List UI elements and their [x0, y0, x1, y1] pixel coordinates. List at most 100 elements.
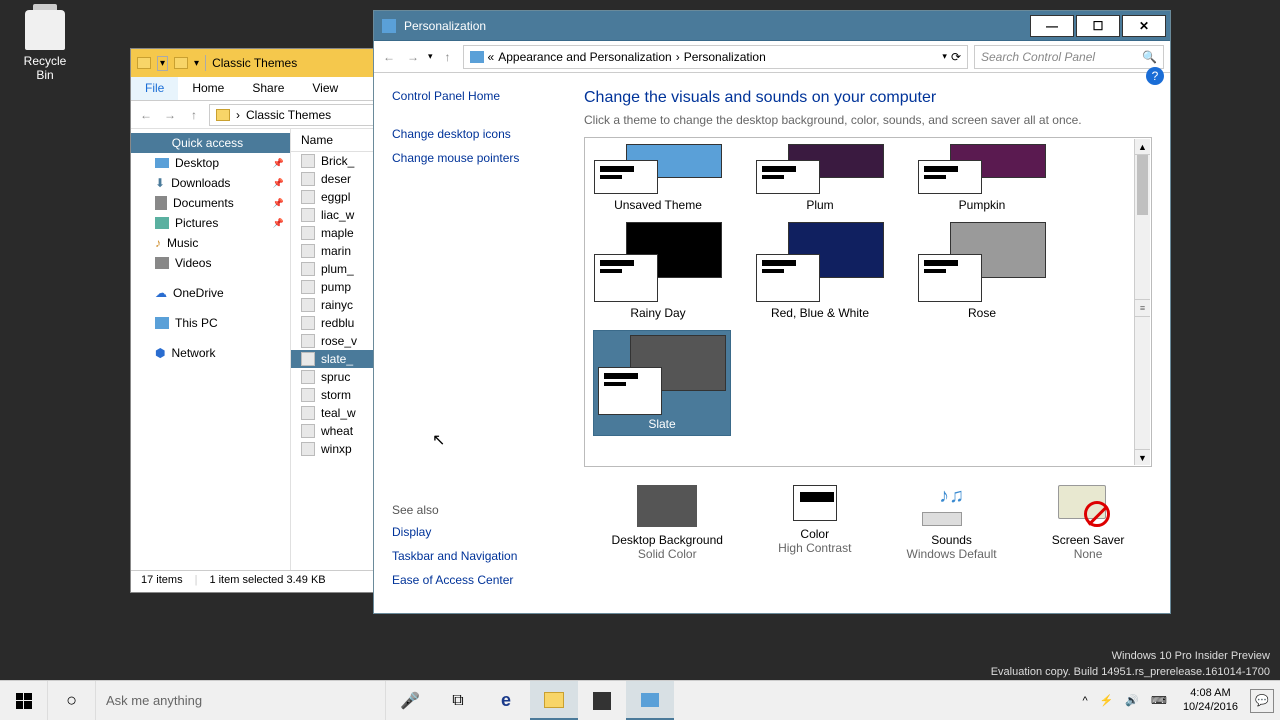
- file-icon: [301, 424, 315, 438]
- taskbar-app-store[interactable]: [578, 681, 626, 720]
- tab-home[interactable]: Home: [178, 77, 238, 100]
- notification-center-icon[interactable]: 💬: [1250, 689, 1274, 713]
- desktop-bg-icon: [637, 485, 697, 527]
- sidebar-downloads[interactable]: ⬇Downloads📌: [131, 173, 290, 193]
- refresh-icon[interactable]: ⟳: [951, 50, 961, 64]
- setting-desktop-background[interactable]: Desktop Background Solid Color: [612, 485, 723, 561]
- file-icon: [301, 262, 315, 276]
- file-icon: [301, 190, 315, 204]
- file-icon: [301, 334, 315, 348]
- help-icon[interactable]: ?: [1146, 67, 1164, 85]
- file-icon: [301, 154, 315, 168]
- nav-up-icon[interactable]: ↑: [439, 50, 457, 64]
- link-control-panel-home[interactable]: Control Panel Home: [392, 89, 566, 103]
- microphone-icon[interactable]: 🎤: [386, 681, 434, 720]
- theme-item[interactable]: Red, Blue & White: [755, 222, 885, 320]
- theme-item[interactable]: Unsaved Theme: [593, 144, 723, 212]
- scroll-up-icon[interactable]: ▲: [1135, 139, 1150, 155]
- theme-item[interactable]: Plum: [755, 144, 885, 212]
- window-title: Personalization: [404, 19, 486, 33]
- watermark: Windows 10 Pro Insider Preview Evaluatio…: [991, 649, 1270, 680]
- pin-icon: 📌: [273, 198, 284, 209]
- link-change-mouse-pointers[interactable]: Change mouse pointers: [392, 151, 566, 165]
- link-taskbar-navigation[interactable]: Taskbar and Navigation: [392, 549, 517, 563]
- system-tray: ^ ⚡ 🔊 ⌨ 4:08 AM 10/24/2016 💬: [1072, 681, 1280, 720]
- personalization-titlebar[interactable]: Personalization — ☐ ✕: [374, 11, 1170, 41]
- sidebar-quick-access[interactable]: ★Quick access: [131, 133, 290, 153]
- pin-icon: 📌: [273, 158, 284, 169]
- scrollbar[interactable]: ▲ ≡ ▼: [1134, 139, 1150, 465]
- nav-forward-icon[interactable]: →: [161, 108, 179, 122]
- sidebar-onedrive[interactable]: ☁OneDrive: [131, 283, 290, 303]
- nav-up-icon[interactable]: ↑: [185, 108, 203, 122]
- tray-battery-icon[interactable]: ⚡: [1096, 694, 1118, 707]
- file-icon: [301, 352, 315, 366]
- setting-screen-saver[interactable]: Screen Saver None: [1052, 485, 1125, 561]
- sidebar-videos[interactable]: Videos: [131, 253, 290, 273]
- sidebar-pictures[interactable]: Pictures📌: [131, 213, 290, 233]
- tray-chevron-icon[interactable]: ^: [1078, 695, 1091, 707]
- folder-icon: [216, 109, 230, 121]
- personalization-window: Personalization — ☐ ✕ ← → ▾ ↑ « Appearan…: [373, 10, 1171, 614]
- file-icon: [301, 406, 315, 420]
- maximize-button[interactable]: ☐: [1076, 15, 1120, 37]
- link-change-desktop-icons[interactable]: Change desktop icons: [392, 127, 566, 141]
- link-ease-of-access[interactable]: Ease of Access Center: [392, 573, 517, 587]
- setting-sounds[interactable]: ♪♫ Sounds Windows Default: [907, 485, 997, 561]
- sidebar-this-pc[interactable]: This PC: [131, 313, 290, 333]
- scroll-down-icon[interactable]: ▼: [1135, 449, 1150, 465]
- theme-grid: Unsaved Theme Plum Pumpkin Rainy Day Red, B…: [584, 137, 1152, 467]
- file-icon: [301, 226, 315, 240]
- tab-file[interactable]: File: [131, 77, 178, 100]
- search-input[interactable]: Search Control Panel 🔍: [974, 45, 1164, 69]
- start-button[interactable]: [0, 681, 48, 720]
- nav-forward-icon[interactable]: →: [404, 50, 422, 64]
- tab-view[interactable]: View: [298, 77, 352, 100]
- file-icon: [301, 280, 315, 294]
- sidebar-desktop[interactable]: Desktop📌: [131, 153, 290, 173]
- search-icon: 🔍: [1142, 50, 1157, 64]
- taskbar-app-control-panel[interactable]: [626, 681, 674, 720]
- control-panel-icon: [382, 19, 396, 33]
- theme-item[interactable]: Pumpkin: [917, 144, 1047, 212]
- tray-volume-icon[interactable]: 🔊: [1121, 694, 1143, 707]
- tab-share[interactable]: Share: [238, 77, 298, 100]
- tray-keyboard-icon[interactable]: ⌨: [1147, 694, 1171, 707]
- nav-back-icon[interactable]: ←: [380, 50, 398, 64]
- task-view-icon[interactable]: ⧉: [434, 681, 482, 720]
- minimize-button[interactable]: —: [1030, 15, 1074, 37]
- search-input[interactable]: Ask me anything: [96, 681, 386, 720]
- link-display[interactable]: Display: [392, 525, 517, 539]
- file-icon: [301, 208, 315, 222]
- see-also-heading: See also: [392, 503, 517, 517]
- folder-icon: [174, 57, 188, 69]
- folder-icon: [137, 57, 151, 69]
- taskbar-app-explorer[interactable]: [530, 681, 578, 720]
- cortana-icon[interactable]: ○: [48, 681, 96, 720]
- file-icon: [301, 244, 315, 258]
- theme-item[interactable]: Rainy Day: [593, 222, 723, 320]
- setting-color[interactable]: Color High Contrast: [778, 485, 851, 561]
- file-icon: [301, 316, 315, 330]
- sidebar-network[interactable]: ⬢Network: [131, 343, 290, 363]
- pin-icon: 📌: [273, 178, 284, 189]
- sidebar-documents[interactable]: Documents📌: [131, 193, 290, 213]
- sounds-icon: ♪♫: [922, 485, 982, 527]
- nav-back-icon[interactable]: ←: [137, 108, 155, 122]
- theme-item[interactable]: Slate: [593, 330, 731, 436]
- close-button[interactable]: ✕: [1122, 15, 1166, 37]
- taskbar-clock[interactable]: 4:08 AM 10/24/2016: [1175, 687, 1246, 713]
- color-icon: [793, 485, 837, 521]
- personalization-navbar: ← → ▾ ↑ « Appearance and Personalization…: [374, 41, 1170, 73]
- taskbar: ○ Ask me anything 🎤 ⧉ e ^ ⚡ 🔊 ⌨ 4:08 AM …: [0, 680, 1280, 720]
- screen-saver-icon: [1058, 485, 1118, 527]
- theme-item[interactable]: Rose: [917, 222, 1047, 320]
- sidebar-music[interactable]: ♪Music: [131, 233, 290, 253]
- file-icon: [301, 388, 315, 402]
- taskbar-app-edge[interactable]: e: [482, 681, 530, 720]
- explorer-sidebar: ★Quick access Desktop📌 ⬇Downloads📌 Docum…: [131, 129, 291, 570]
- recycle-bin[interactable]: Recycle Bin: [15, 10, 75, 82]
- breadcrumb[interactable]: « Appearance and Personalization › Perso…: [463, 45, 968, 69]
- pin-icon: 📌: [273, 218, 284, 229]
- scrollbar-thumb[interactable]: [1137, 155, 1148, 215]
